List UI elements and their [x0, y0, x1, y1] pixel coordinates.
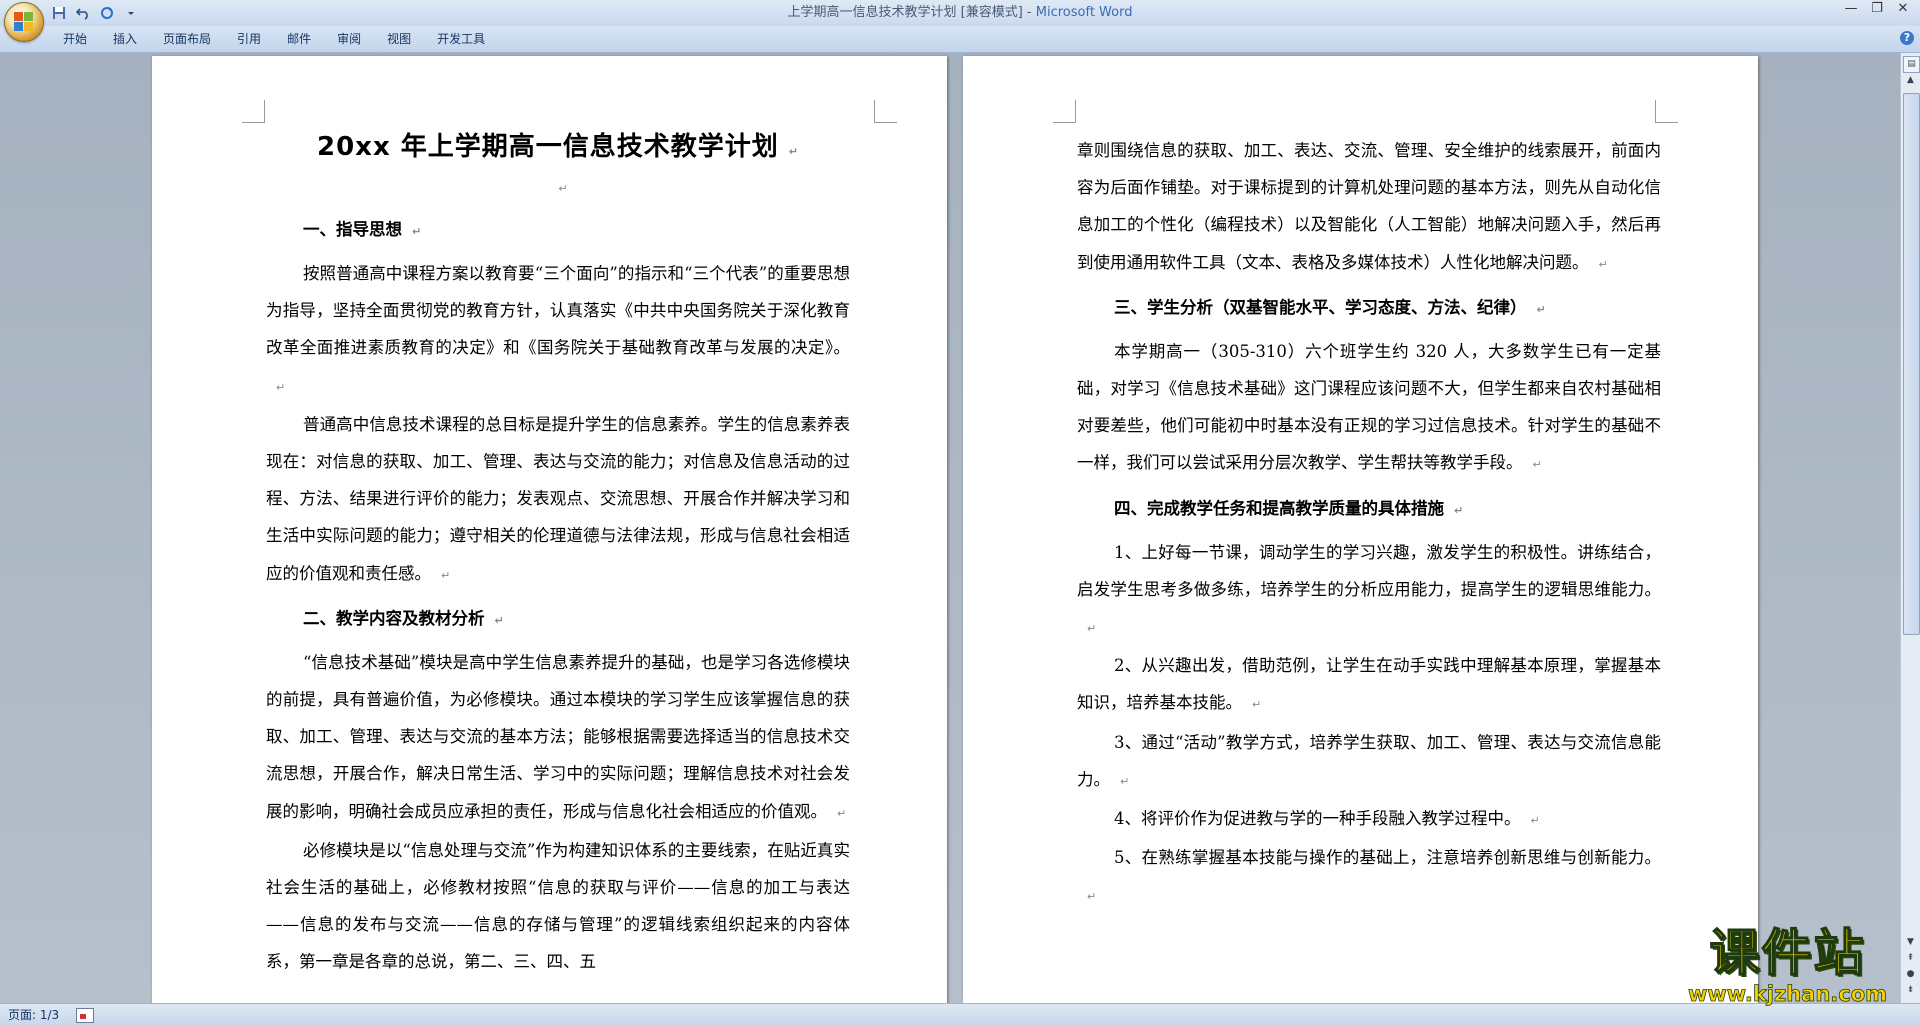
paragraph: 必修模块是以“信息处理与交流”作为构建知识体系的主要线索，在贴近真实社会生活的基… — [266, 840, 850, 972]
office-logo-icon — [14, 12, 34, 32]
scrollbar-thumb[interactable] — [1903, 93, 1920, 635]
window-title: 上学期高一信息技术教学计划 [兼容模式] - Microsoft Word — [0, 0, 1920, 26]
paragraph: 章则围绕信息的获取、加工、表达、交流、管理、安全维护的线索展开，前面内容为后面作… — [1077, 141, 1661, 272]
page-2-content[interactable]: 章则围绕信息的获取、加工、表达、交流、管理、安全维护的线索展开，前面内容为后面作… — [1077, 132, 1661, 916]
ribbon-tab-bar: 开始 插入 页面布局 引用 邮件 审阅 视图 开发工具 ? — [0, 26, 1920, 53]
paragraph-mark: ↵ — [1454, 503, 1464, 517]
page-count-status[interactable]: 页面: 1/3 — [8, 1004, 59, 1026]
section-heading-4: 四、完成教学任务和提高教学质量的具体措施 ↵ — [1114, 498, 1464, 518]
paragraph-mark: ↵ — [276, 380, 286, 394]
vertical-scrollbar[interactable]: ▤ ▲ ▼ ⇞ ● ⇟ — [1900, 53, 1920, 1003]
paragraph-mark: ↵ — [558, 182, 568, 195]
paragraph-mark: ↵ — [494, 613, 504, 627]
document-area[interactable]: 20xx 年上学期高一信息技术教学计划 ↵ ↵ 一、指导思想 ↵ 按照普通高中课程方… — [0, 53, 1900, 1003]
paragraph-mark: ↵ — [1530, 814, 1540, 828]
macro-record-icon[interactable] — [76, 1008, 94, 1023]
minimize-icon[interactable]: — — [1838, 0, 1864, 20]
tab-home[interactable]: 开始 — [50, 26, 100, 52]
office-button[interactable] — [4, 2, 44, 42]
tab-references[interactable]: 引用 — [224, 26, 274, 52]
document-heading: 20xx 年上学期高一信息技术教学计划 ↵ — [317, 132, 799, 162]
window-controls: — ❐ ✕ — [1838, 0, 1916, 22]
close-icon[interactable]: ✕ — [1890, 0, 1916, 20]
paragraph-mark: ↵ — [1536, 302, 1546, 316]
paragraph-mark: ↵ — [1087, 890, 1097, 904]
section-heading-2: 二、教学内容及教材分析 ↵ — [303, 608, 504, 628]
paragraph-mark: ↵ — [1087, 622, 1097, 636]
paragraph-mark: ↵ — [1598, 257, 1608, 271]
tab-page-layout[interactable]: 页面布局 — [150, 26, 224, 52]
page-2[interactable]: 章则围绕信息的获取、加工、表达、交流、管理、安全维护的线索展开，前面内容为后面作… — [963, 56, 1758, 1003]
paragraph: “信息技术基础”模块是高中学生信息素养提升的基础，也是学习各选修模块的前提，具有… — [266, 652, 850, 821]
crop-mark — [1053, 100, 1076, 123]
tab-view[interactable]: 视图 — [374, 26, 424, 52]
ribbon-tabs: 开始 插入 页面布局 引用 邮件 审阅 视图 开发工具 — [50, 26, 498, 52]
crop-mark — [1655, 100, 1678, 123]
scroll-down-icon[interactable]: ▼ — [1903, 937, 1918, 951]
watermark-logo: 课件站 www.kjzhan.com — [1670, 923, 1905, 1007]
title-bar: 上学期高一信息技术教学计划 [兼容模式] - Microsoft Word — … — [0, 0, 1920, 42]
paragraph: 本学期高一（305-310）六个班学生约 320 人，大多数学生已有一定基础，对… — [1077, 341, 1661, 473]
paragraph-mark: ↵ — [441, 568, 451, 582]
paragraph-mark: ↵ — [837, 806, 847, 820]
list-item: 5、在熟练掌握基本技能与操作的基础上，注意培养创新思维与创新能力。↵ — [1087, 848, 1661, 904]
status-bar: 页面: 1/3 — [0, 1003, 1920, 1026]
list-item: 4、将评价作为促进教与学的一种手段融入教学过程中。 ↵ — [1114, 809, 1540, 829]
list-item: 1、上好每一节课，调动学生的学习兴趣，激发学生的积极性。讲练结合，启发学生思考多… — [1077, 542, 1661, 636]
paragraph: 普通高中信息技术课程的总目标是提升学生的信息素养。学生的信息素养表现在：对信息的… — [266, 414, 850, 583]
paragraph: 按照普通高中课程方案以教育要“三个面向”的指示和“三个代表”的重要思想为指导，坚… — [266, 264, 850, 394]
tab-insert[interactable]: 插入 — [100, 26, 150, 52]
paragraph-mark: ↵ — [1532, 458, 1542, 472]
section-heading-1: 一、指导思想 ↵ — [303, 220, 422, 239]
paragraph-mark: ↵ — [1120, 774, 1130, 788]
tab-mailings[interactable]: 邮件 — [274, 26, 324, 52]
watermark-url: www.kjzhan.com — [1687, 982, 1888, 1007]
page-1[interactable]: 20xx 年上学期高一信息技术教学计划 ↵ ↵ 一、指导思想 ↵ 按照普通高中课程方… — [152, 56, 947, 1003]
watermark-text: 课件站 — [1709, 923, 1866, 983]
crop-mark — [242, 100, 265, 123]
tab-developer[interactable]: 开发工具 — [424, 26, 498, 52]
app-name: Microsoft Word — [1035, 5, 1133, 20]
crop-mark — [874, 100, 897, 123]
previous-page-icon[interactable]: ⇞ — [1903, 953, 1918, 967]
help-icon[interactable]: ? — [1900, 31, 1914, 45]
view-ruler-icon[interactable]: ▤ — [1903, 56, 1920, 73]
restore-icon[interactable]: ❐ — [1864, 0, 1890, 20]
list-item: 2、从兴趣出发，借助范例，让学生在动手实践中理解基本原理，掌握基本知识，培养基本… — [1077, 656, 1661, 713]
section-heading-3: 三、学生分析（双基智能水平、学习态度、方法、纪律） ↵ — [1114, 297, 1546, 317]
select-browse-object-icon[interactable]: ● — [1903, 969, 1918, 983]
page-1-content[interactable]: 20xx 年上学期高一信息技术教学计划 ↵ ↵ 一、指导思想 ↵ 按照普通高中课程方… — [266, 122, 850, 981]
list-item: 3、通过“活动”教学方式，培养学生获取、加工、管理、表达与交流信息能力。 ↵ — [1077, 732, 1661, 789]
document-title: 上学期高一信息技术教学计划 [兼容模式] - — [787, 5, 1036, 20]
next-page-icon[interactable]: ⇟ — [1903, 985, 1918, 999]
tab-review[interactable]: 审阅 — [324, 26, 374, 52]
scroll-up-icon[interactable]: ▲ — [1903, 75, 1918, 89]
paragraph-mark: ↵ — [1252, 698, 1262, 712]
empty-paragraph: ↵ — [266, 177, 850, 205]
paragraph-mark: ↵ — [788, 145, 799, 158]
paragraph-mark: ↵ — [412, 225, 422, 238]
